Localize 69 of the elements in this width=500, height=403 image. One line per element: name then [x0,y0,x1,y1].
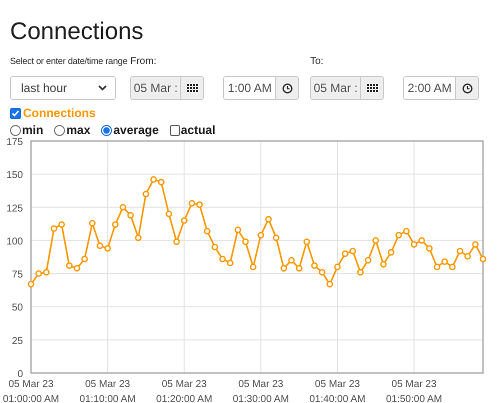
x-axis-label: 05 Mar 23 01:50:00 AM [386,379,442,403]
series-checkbox[interactable] [10,108,21,118]
calendar-button[interactable] [360,76,384,100]
data-point [212,244,218,250]
data-point [388,249,394,256]
data-point [472,241,479,248]
x-axis-label: 05 Mar 23 01:30:00 AM [232,379,289,403]
x-axis-label: 05 Mar 23 01:20:00 AM [156,379,212,403]
data-point [166,210,172,218]
clock-button[interactable] [275,76,300,100]
clock-button[interactable] [455,76,480,100]
x-axis-label: 05 Mar 23 01:10:00 AM [80,379,136,403]
checkbox[interactable] [170,124,180,136]
option-label: min [22,123,44,137]
page-title: Connections [10,17,144,46]
time-field[interactable]: 2:00 AM [403,76,456,100]
data-point [357,268,364,276]
data-point [380,261,387,268]
y-axis-label: 150 [6,170,23,182]
data-point [364,257,372,264]
data-point [204,228,210,234]
data-point [326,280,334,288]
series-label: Connections [23,106,96,120]
grid-icon [366,84,378,92]
y-axis-label: 0 [17,369,23,380]
grid-icon [186,84,198,92]
data-point [173,238,180,246]
y-axis-label: 25 [12,336,23,347]
x-axis-label: 05 Mar 23 01:40:00 AM [309,379,366,403]
date-field[interactable]: 05 Mar : [130,76,180,100]
chevron-down-icon [98,85,107,91]
y-axis-label: 100 [6,236,23,248]
data-point [180,217,188,224]
data-point [89,220,96,226]
data-point [272,234,280,242]
radio-button[interactable] [101,124,112,136]
time-field[interactable]: 1:00 AM [223,76,276,100]
y-axis-label: 50 [12,302,23,314]
data-point [304,238,310,246]
date-field[interactable]: 05 Mar : [310,76,360,100]
date-label: From: [130,56,158,69]
x-axis-label: 05 Mar 23 01:00:00 AM [2,379,60,403]
y-axis-label: 125 [6,203,23,214]
calendar-button[interactable] [180,76,204,100]
clock-icon [462,82,473,94]
date-label: To: [310,56,324,69]
data-point [265,216,272,223]
range-dropdown[interactable]: last hour [10,76,116,100]
data-point [142,190,150,198]
data-point [234,226,242,234]
data-point [258,232,264,238]
data-point [242,238,249,246]
data-point [81,256,88,262]
y-axis-label: 175 [6,137,23,148]
data-point [250,264,256,270]
option-label: max [66,123,90,137]
data-point [112,221,119,228]
radio-button[interactable] [54,124,66,136]
option-label: average [113,123,159,137]
y-axis-label: 75 [12,270,23,281]
data-point [334,264,341,270]
clock-icon [282,82,293,94]
data-point [134,234,142,242]
data-point [28,280,34,288]
radio-button[interactable] [10,124,21,136]
data-point [372,237,380,244]
data-point [480,256,486,262]
option-label: actual [180,123,216,137]
range-label: Select or enter date/time range [10,56,128,68]
